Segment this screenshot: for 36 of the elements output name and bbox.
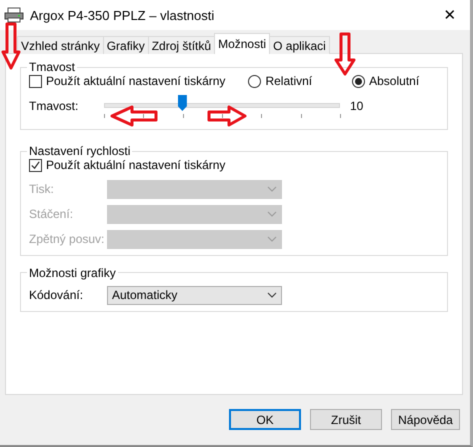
- slider[interactable]: [104, 95, 340, 117]
- dropdown-value: Automaticky: [112, 288, 178, 302]
- chevron-down-icon: [267, 236, 277, 242]
- dialog-button[interactable]: Zrušit: [310, 409, 382, 430]
- left-arrow-annotation: [110, 105, 158, 127]
- tab[interactable]: Grafiky: [102, 36, 149, 54]
- window-title: Argox P4-350 PPLZ – vlastnosti: [30, 8, 216, 22]
- down-arrow-annotation: [334, 32, 356, 76]
- checkmark-icon: [30, 160, 41, 170]
- chevron-down-icon: [267, 292, 277, 298]
- dropdown[interactable]: Automaticky: [107, 286, 282, 304]
- radio-button[interactable]: Absolutní: [352, 74, 420, 88]
- group-title: Tmavost: [28, 60, 76, 74]
- chevron-down-icon: [267, 186, 277, 192]
- field-label: Zpětný posuv:: [29, 232, 106, 246]
- field-label: Stáčení:: [29, 207, 74, 221]
- group-title: Možnosti grafiky: [28, 266, 117, 280]
- tab[interactable]: O aplikaci: [269, 36, 330, 54]
- group-title: Nastavení rychlosti: [28, 144, 132, 158]
- close-button[interactable]: ✕: [430, 0, 470, 30]
- slider-label: Tmavost:: [29, 99, 80, 113]
- checkbox[interactable]: Použít aktuální nastavení tiskárny: [29, 158, 226, 172]
- radio-button[interactable]: Relativní: [248, 74, 312, 88]
- down-arrow-annotation: [1, 22, 21, 70]
- dialog-button[interactable]: Nápověda: [391, 409, 460, 430]
- dialog-button[interactable]: OK: [229, 409, 301, 430]
- tab[interactable]: Vzhled stránky: [17, 36, 104, 54]
- field-label: Kódování:: [29, 288, 84, 302]
- field-label: Tisk:: [29, 182, 55, 196]
- printer-icon: [4, 7, 24, 23]
- checkbox[interactable]: Použít aktuální nastavení tiskárny: [29, 74, 226, 88]
- chevron-down-icon: [267, 211, 277, 217]
- tab[interactable]: Zdroj štítků: [148, 36, 216, 54]
- right-arrow-annotation: [207, 105, 247, 127]
- tab[interactable]: Možnosti: [214, 33, 270, 54]
- slider-value: 10: [350, 99, 364, 113]
